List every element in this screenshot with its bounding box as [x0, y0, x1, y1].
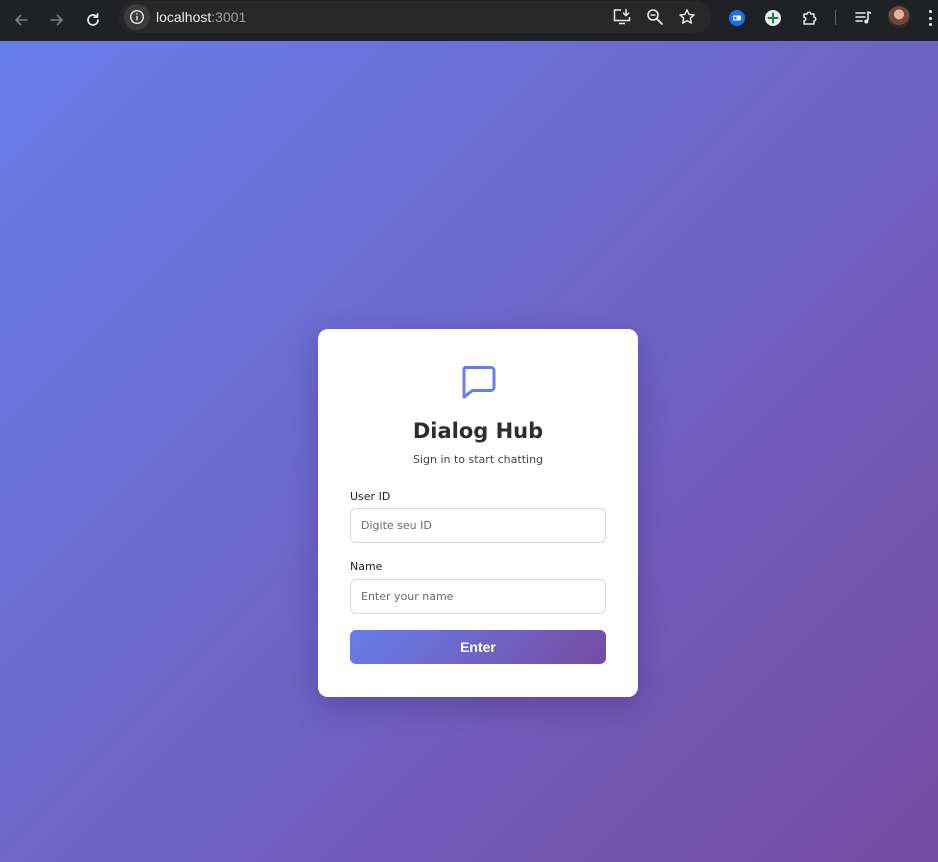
plus-circle-icon	[765, 10, 781, 26]
zoom-icon	[647, 9, 663, 25]
puzzle-icon	[803, 11, 817, 25]
arrow-right-icon	[50, 14, 63, 26]
back-button[interactable]	[6, 5, 36, 35]
extension-badge-icon	[729, 10, 745, 26]
reload-button[interactable]	[78, 5, 108, 35]
bookmark-button[interactable]	[675, 5, 699, 29]
url-text: localhost:3001	[156, 9, 246, 25]
more-vert-icon	[928, 10, 932, 13]
browser-toolbar: localhost:3001	[0, 0, 938, 41]
reload-icon	[87, 12, 99, 26]
app-title: Dialog Hub	[412, 419, 544, 443]
user-id-label: User ID	[350, 490, 391, 503]
install-app-button[interactable]	[610, 5, 634, 29]
url-port: :3001	[211, 9, 247, 25]
profile-avatar[interactable]	[888, 6, 910, 28]
info-icon	[129, 9, 145, 25]
name-label: Name	[350, 560, 383, 573]
install-app-icon	[613, 8, 631, 25]
url-host: localhost	[156, 9, 212, 25]
site-info-button[interactable]	[124, 4, 150, 30]
add-extension-button[interactable]	[760, 5, 786, 31]
page-background: Dialog Hub Sign in to start chatting Use…	[0, 41, 938, 862]
forward-button[interactable]	[42, 5, 72, 35]
enter-button[interactable]: Enter	[350, 630, 606, 664]
browser-menu-button[interactable]	[924, 8, 936, 28]
zoom-button[interactable]	[643, 5, 667, 29]
user-id-input[interactable]	[350, 508, 606, 543]
extension-button[interactable]	[724, 5, 750, 31]
address-bar[interactable]: localhost:3001	[119, 1, 711, 33]
login-card: Dialog Hub Sign in to start chatting Use…	[318, 329, 638, 697]
toolbar-separator	[835, 10, 836, 25]
star-icon	[679, 9, 695, 24]
reading-list-icon	[855, 11, 872, 24]
arrow-left-icon	[15, 14, 28, 26]
chat-bubble-icon	[462, 366, 496, 399]
extensions-button[interactable]	[797, 5, 823, 31]
name-input[interactable]	[350, 579, 606, 614]
app-subtitle: Sign in to start chatting	[412, 453, 544, 466]
reading-list-button[interactable]	[850, 5, 876, 31]
